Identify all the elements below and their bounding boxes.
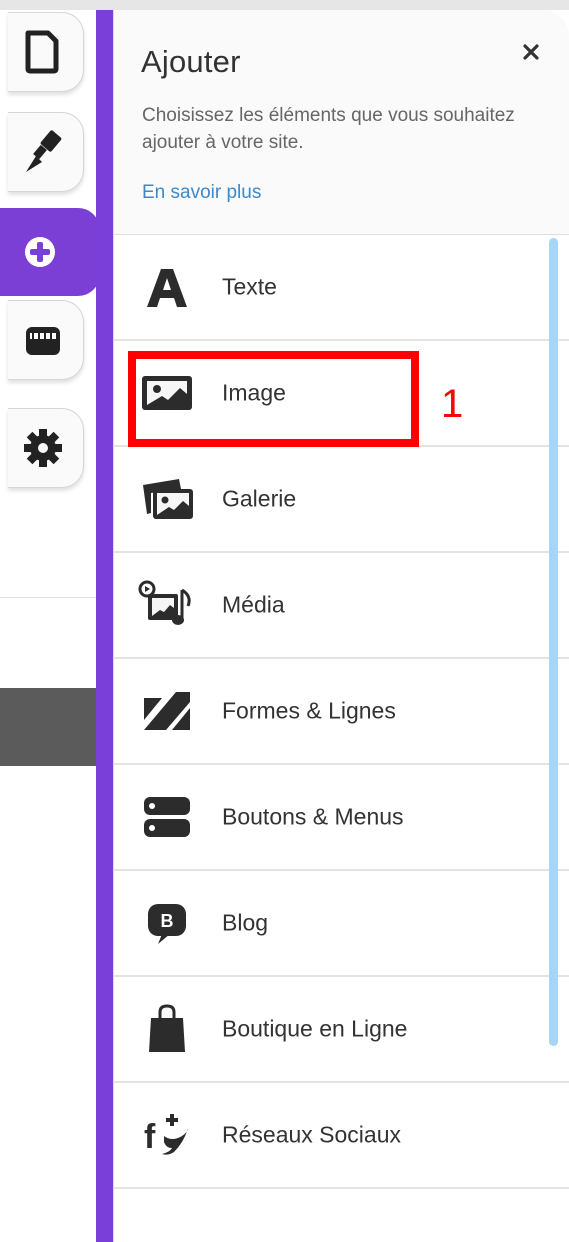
annotation-highlight-box xyxy=(128,351,419,447)
annotation-number: 1 xyxy=(441,382,464,426)
list-item-media[interactable]: Média xyxy=(114,553,569,659)
list-item-label: Galerie xyxy=(222,485,297,512)
list-item-label: Réseaux Sociaux xyxy=(222,1121,401,1148)
list-item-shapes[interactable]: Formes & Lignes xyxy=(114,659,569,765)
panel-header: Ajouter Choisissez les éléments que vous… xyxy=(114,10,569,235)
list-item-social[interactable]: f Réseaux Sociaux xyxy=(114,1083,569,1189)
list-item-store[interactable]: Boutique en Ligne xyxy=(114,977,569,1083)
rail-tab-design[interactable] xyxy=(8,112,84,192)
list-item-blog[interactable]: B Blog xyxy=(114,871,569,977)
shopping-bag-icon xyxy=(138,1003,196,1055)
close-icon[interactable] xyxy=(519,40,543,64)
list-item-label: Texte xyxy=(222,273,277,300)
list-item-label: Média xyxy=(222,591,285,618)
shapes-icon xyxy=(138,685,196,737)
text-icon xyxy=(138,261,196,313)
panel-accent-strip xyxy=(96,10,114,1242)
svg-text:f: f xyxy=(144,1118,156,1156)
paint-brush-icon xyxy=(22,128,66,176)
panel-title: Ajouter xyxy=(141,44,241,79)
rail-tab-pages[interactable] xyxy=(8,12,84,92)
list-item-gallery[interactable]: Galerie xyxy=(114,447,569,553)
list-item-label: Boutons & Menus xyxy=(222,803,404,830)
list-item-text[interactable]: Texte xyxy=(114,235,569,341)
page-icon xyxy=(22,29,62,75)
list-item-label: Formes & Lignes xyxy=(222,697,396,724)
blog-icon: B xyxy=(138,897,196,949)
page-background-top xyxy=(0,0,569,10)
gallery-icon xyxy=(138,473,196,525)
gear-icon xyxy=(22,427,64,469)
plus-circle-icon xyxy=(22,234,58,270)
rail-tab-apps[interactable] xyxy=(8,300,84,380)
rail-tab-add[interactable] xyxy=(0,208,100,296)
learn-more-link[interactable]: En savoir plus xyxy=(142,182,261,204)
list-item-label: Boutique en Ligne xyxy=(222,1015,408,1042)
list-item-buttons-menus[interactable]: Boutons & Menus xyxy=(114,765,569,871)
add-panel: Ajouter Choisissez les éléments que vous… xyxy=(114,10,569,1242)
social-icon: f xyxy=(138,1109,196,1161)
media-icon xyxy=(138,579,196,631)
buttons-menus-icon xyxy=(138,791,196,843)
panel-scrollbar[interactable] xyxy=(549,238,558,1046)
list-item-label: Blog xyxy=(222,909,269,936)
rail-tab-settings[interactable] xyxy=(8,408,84,488)
store-icon xyxy=(22,319,64,361)
panel-description: Choisissez les éléments que vous souhait… xyxy=(142,105,515,153)
svg-text:B: B xyxy=(161,911,174,931)
